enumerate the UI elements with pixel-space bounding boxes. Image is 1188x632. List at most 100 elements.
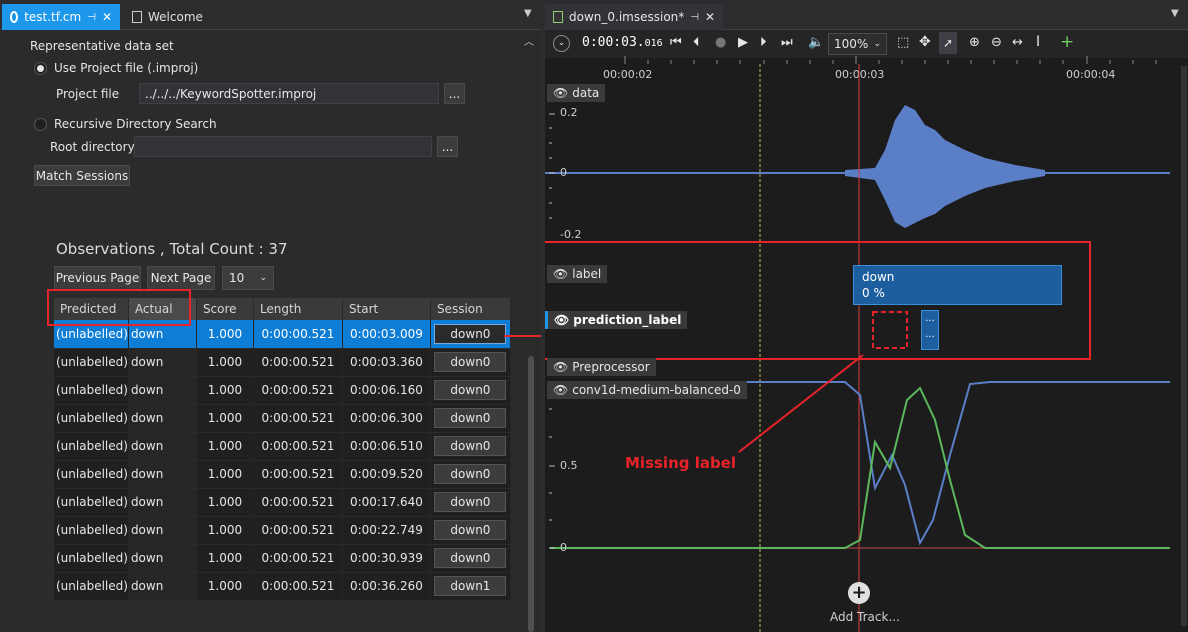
track-header-model[interactable]: 👁 conv1d-medium-balanced-0 — [547, 381, 747, 399]
cell-score: 1.000 — [196, 404, 254, 433]
observations-title: Observations , Total Count : 37 — [56, 240, 288, 258]
table-row[interactable]: (unlabelled) down 1.000 0:00:00.521 0:00:36.… — [54, 572, 511, 601]
waveform — [845, 105, 1045, 228]
root-directory-label: Root directory — [50, 140, 135, 154]
cell-session: down0 — [430, 488, 511, 517]
cell-start: 0:00:36.260 — [342, 572, 431, 601]
eye-icon[interactable]: 👁 — [553, 86, 568, 100]
session-button[interactable]: down0 — [434, 520, 507, 540]
cell-start: 0:00:17.640 — [342, 488, 431, 517]
table-row[interactable]: (unlabelled) down 1.000 0:00:00.521 0:00:06.… — [54, 404, 511, 433]
cell-session: down0 — [430, 404, 511, 433]
cell-length: 0:00:00.521 — [253, 348, 343, 377]
missing-label-annotation: Missing label — [625, 454, 737, 472]
track-header-label[interactable]: 👁 label — [547, 265, 608, 283]
cell-session: down0 — [430, 376, 511, 405]
tab-welcome[interactable]: Welcome — [124, 4, 211, 30]
table-scrollbar[interactable] — [528, 356, 534, 632]
document-icon — [10, 11, 19, 23]
label-segment-value: 0 % — [862, 286, 885, 300]
section-title: Representative data set — [30, 39, 174, 53]
recursive-search-radio[interactable] — [34, 118, 47, 131]
track-header-data[interactable]: 👁 data — [547, 84, 606, 102]
eye-icon[interactable]: 👁 — [553, 383, 568, 397]
project-file-field[interactable]: ../../../KeywordSpotter.improj — [139, 83, 439, 104]
session-button[interactable]: down0 — [434, 352, 507, 372]
cell-score: 1.000 — [196, 544, 254, 573]
table-row[interactable]: (unlabelled) down 1.000 0:00:00.521 0:00:17.… — [54, 488, 511, 517]
cell-session: down0 — [430, 432, 511, 461]
dropdown-icon[interactable]: ▼ — [524, 8, 532, 19]
cell-start: 0:00:09.520 — [342, 460, 431, 489]
cell-score: 1.000 — [196, 460, 254, 489]
eye-icon[interactable]: 👁 — [554, 313, 569, 327]
cell-start: 0:00:06.300 — [342, 404, 431, 433]
pane-splitter[interactable] — [541, 0, 545, 632]
session-button[interactable]: down0 — [434, 380, 507, 400]
session-button[interactable]: down0 — [434, 408, 507, 428]
tracks-scrollbar[interactable] — [1181, 66, 1187, 626]
table-row[interactable]: (unlabelled) down 1.000 0:00:00.521 0:00:09.… — [54, 460, 511, 489]
cell-session: down0 — [430, 460, 511, 489]
table-row[interactable]: (unlabelled) down 1.000 0:00:00.521 0:00:30.… — [54, 544, 511, 573]
cell-length: 0:00:00.521 — [253, 544, 343, 573]
left-tab-bar: test.tf.cm ⊣ ✕ Welcome ▼ — [0, 0, 541, 30]
eye-icon[interactable]: 👁 — [553, 267, 568, 281]
cell-actual: down — [128, 432, 197, 461]
column-header-session[interactable]: Session — [430, 298, 511, 320]
cell-score: 1.000 — [196, 348, 254, 377]
root-directory-browse-button[interactable]: ... — [437, 136, 458, 157]
pin-icon[interactable]: ⊣ — [87, 12, 96, 23]
project-file-browse-button[interactable]: ... — [444, 83, 465, 104]
cell-predicted: (unlabelled) — [54, 488, 129, 517]
cell-length: 0:00:00.521 — [253, 404, 343, 433]
model-axis-label: 0.5 — [560, 459, 578, 472]
table-row[interactable]: (unlabelled) down 1.000 0:00:00.521 0:00:22.… — [54, 516, 511, 545]
cell-score: 1.000 — [196, 376, 254, 405]
column-header-length[interactable]: Length — [253, 298, 343, 320]
cell-actual: down — [128, 544, 197, 573]
next-page-button[interactable]: Next Page — [147, 266, 215, 290]
cell-start: 0:00:22.749 — [342, 516, 431, 545]
session-button[interactable]: down0 — [434, 464, 507, 484]
prediction-segment[interactable]: ... ... — [921, 310, 939, 350]
tab-test-tf-cm[interactable]: test.tf.cm ⊣ ✕ — [2, 4, 120, 30]
session-button[interactable]: down1 — [434, 576, 507, 596]
session-button[interactable]: down0 — [434, 492, 507, 512]
table-row[interactable]: (unlabelled) down 1.000 0:00:00.521 0:00:06.… — [54, 376, 511, 405]
session-button[interactable]: down0 — [434, 436, 507, 456]
close-icon[interactable]: ✕ — [102, 10, 112, 24]
column-header-start[interactable]: Start — [342, 298, 431, 320]
previous-page-button[interactable]: Previous Page — [54, 266, 141, 290]
match-sessions-button[interactable]: Match Sessions — [34, 165, 130, 186]
cell-actual: down — [128, 516, 197, 545]
session-button[interactable]: down0 — [434, 323, 507, 344]
use-project-file-radio[interactable] — [34, 62, 47, 75]
cell-predicted: (unlabelled) — [54, 460, 129, 489]
table-row[interactable]: (unlabelled) down 1.000 0:00:00.521 0:00:03.… — [54, 348, 511, 377]
page-size-select[interactable]: 10 ⌄ — [222, 266, 274, 290]
data-axis-label: -0.2 — [560, 228, 582, 241]
cell-length: 0:00:00.521 — [253, 516, 343, 545]
track-header-prediction-label[interactable]: 👁 prediction_label — [545, 311, 688, 329]
use-project-file-label: Use Project file (.improj) — [54, 61, 199, 75]
cell-length: 0:00:00.521 — [253, 432, 343, 461]
root-directory-field[interactable] — [134, 136, 432, 157]
table-row[interactable]: (unlabelled) down 1.000 0:00:00.521 0:00:06.… — [54, 432, 511, 461]
column-header-score[interactable]: Score — [196, 298, 254, 320]
cell-length: 0:00:00.521 — [253, 572, 343, 601]
add-track-icon[interactable]: + — [848, 582, 870, 604]
collapse-icon[interactable]: ︿ — [524, 33, 534, 48]
cell-predicted: (unlabelled) — [54, 376, 129, 405]
add-track-label[interactable]: Add Track... — [830, 610, 900, 624]
cell-start: 0:00:06.160 — [342, 376, 431, 405]
label-segment[interactable]: down 0 % — [853, 265, 1062, 305]
track-header-preprocessor[interactable]: 👁 Preprocessor — [547, 358, 656, 376]
session-button[interactable]: down0 — [434, 548, 507, 568]
page-icon — [132, 11, 142, 23]
cell-session: down0 — [430, 320, 511, 349]
cell-score: 1.000 — [196, 488, 254, 517]
cell-session: down0 — [430, 544, 511, 573]
eye-hidden-icon[interactable]: 👁 — [553, 360, 568, 374]
cell-predicted: (unlabelled) — [54, 544, 129, 573]
